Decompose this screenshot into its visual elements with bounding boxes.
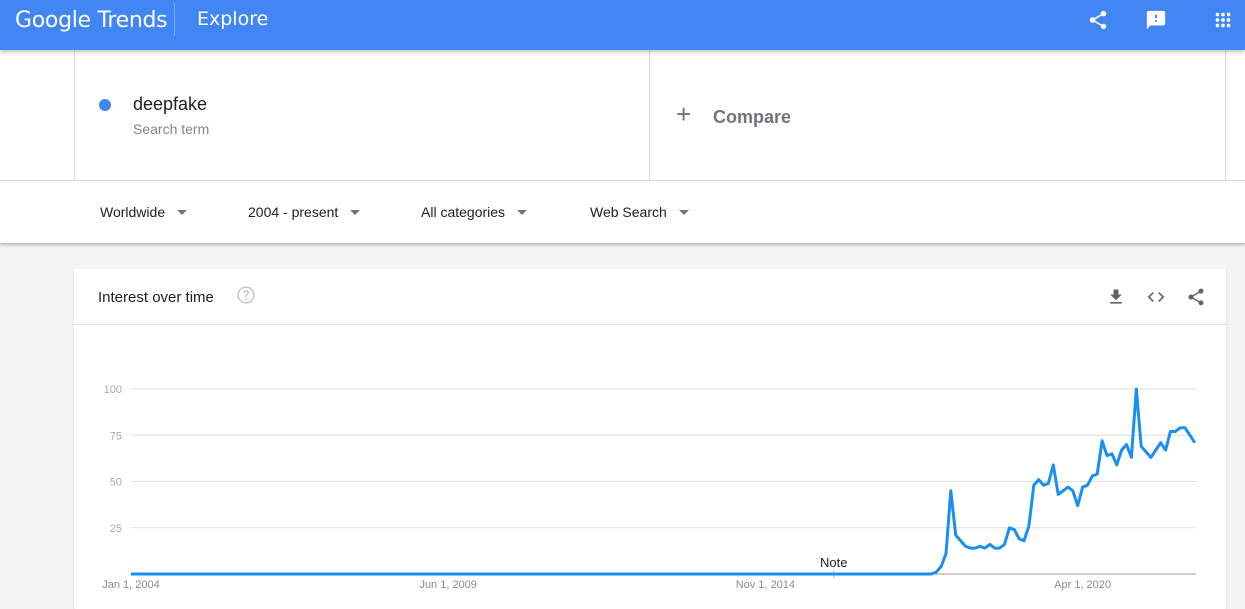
interest-over-time-chart[interactable]: 25 50 75 100 Jan 1, 2004 Jun 1, 2009 Nov 1, 2… — [74, 269, 1226, 609]
x-tick-label: Jun 1, 2009 — [419, 579, 477, 591]
y-tick-label: 75 — [110, 430, 122, 442]
x-tick-label: Apr 1, 2020 — [1054, 579, 1111, 591]
term-color-dot — [99, 99, 111, 111]
filter-time-range-label: 2004 - present — [248, 204, 339, 220]
filter-bar: Worldwide 2004 - present All categories … — [0, 180, 1245, 243]
header-divider — [174, 3, 175, 36]
filter-category[interactable]: All categories — [421, 204, 528, 220]
share-icon[interactable] — [1087, 9, 1109, 31]
google-trends-logo[interactable]: Google Trends — [15, 8, 168, 33]
search-term-type: Search term — [133, 121, 210, 137]
search-terms-panel: deepfake Search term + Compare — [0, 50, 1245, 180]
filter-location-label: Worldwide — [100, 204, 166, 220]
interest-over-time-card: Interest over time 25 50 75 100 Jan 1, 2004… — [74, 269, 1226, 609]
search-term-name[interactable]: deepfake — [133, 94, 207, 115]
caret-down-icon — [517, 209, 528, 215]
caret-down-icon — [678, 209, 689, 215]
annotation-note[interactable]: Note — [820, 555, 847, 570]
y-tick-label: 25 — [110, 523, 122, 535]
filter-location[interactable]: Worldwide — [100, 204, 188, 220]
search-term-box[interactable]: deepfake Search term — [74, 50, 650, 180]
x-tick-label: Jan 1, 2004 — [102, 579, 160, 591]
y-tick-label: 100 — [104, 384, 122, 396]
filter-search-type[interactable]: Web Search — [590, 204, 689, 220]
feedback-icon[interactable] — [1145, 9, 1167, 31]
compare-label[interactable]: Compare — [713, 107, 791, 128]
filter-search-type-label: Web Search — [590, 204, 667, 220]
apps-grid-icon[interactable] — [1212, 9, 1234, 31]
filter-time-range[interactable]: 2004 - present — [248, 204, 361, 220]
plus-icon: + — [676, 99, 692, 129]
y-tick-label: 50 — [110, 477, 122, 489]
caret-down-icon — [350, 209, 361, 215]
compare-box[interactable]: + Compare — [650, 50, 1226, 180]
x-tick-label: Nov 1, 2014 — [736, 579, 795, 591]
page-title: Explore — [197, 8, 269, 30]
filter-category-label: All categories — [421, 204, 506, 220]
top-bar: Google Trends Explore — [0, 0, 1245, 50]
caret-down-icon — [177, 209, 188, 215]
